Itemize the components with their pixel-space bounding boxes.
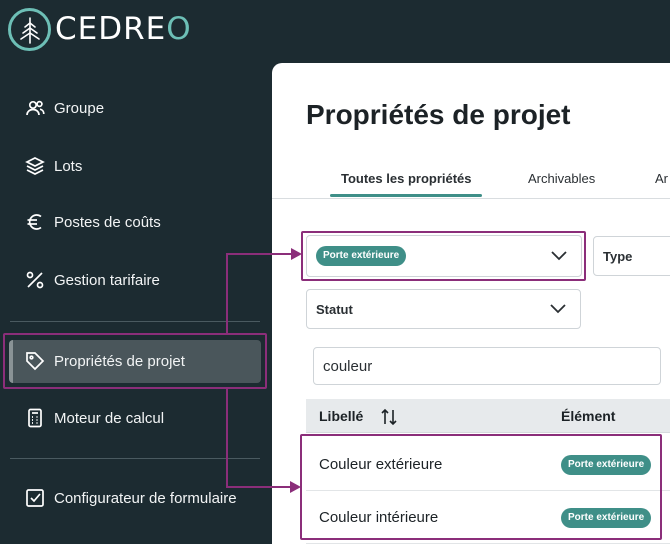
layers-icon <box>24 155 46 177</box>
status-filter-select[interactable]: Statut <box>306 289 581 329</box>
type-filter-label: Type <box>603 248 633 264</box>
column-header-libelle[interactable]: Libellé <box>319 408 363 424</box>
connector-line <box>226 389 228 488</box>
percent-icon <box>24 269 46 291</box>
row-element-badge: Porte extérieure <box>561 508 652 528</box>
sidebar-item-gestion-tarifaire[interactable]: Gestion tarifaire <box>24 264 160 296</box>
arrow-head-icon <box>290 481 301 493</box>
column-header-element[interactable]: Élément <box>561 408 615 424</box>
sidebar-item-lots[interactable]: Lots <box>24 150 82 182</box>
tab-truncated[interactable]: Ar <box>655 171 668 186</box>
tab-archivables[interactable]: Archivables <box>528 171 595 186</box>
tree-logo-icon <box>8 8 51 51</box>
main-panel: Propriétés de projet Toutes les propriét… <box>272 63 670 544</box>
filter-badge: Porte extérieure <box>316 246 407 266</box>
row-label: Couleur intérieure <box>319 509 439 526</box>
status-filter-label: Statut <box>316 301 353 317</box>
chevron-down-icon <box>550 304 566 314</box>
table-row[interactable]: Couleur intérieure Porte extérieure <box>306 491 670 544</box>
sidebar-item-label: Postes de coûts <box>54 213 161 231</box>
connector-line <box>226 253 294 255</box>
tag-icon <box>24 350 46 372</box>
active-tab-indicator <box>330 194 482 197</box>
type-filter-select[interactable]: Type <box>593 236 670 276</box>
chevron-down-icon <box>551 251 567 261</box>
search-input[interactable] <box>313 347 661 385</box>
sidebar-item-proprietes-de-projet[interactable]: Propriétés de projet <box>24 345 185 377</box>
element-filter-select[interactable]: Porte extérieure <box>306 235 582 277</box>
sidebar-item-postes-de-couts[interactable]: Postes de coûts <box>24 206 161 238</box>
sidebar-item-label: Propriétés de projet <box>54 352 185 370</box>
sidebar-item-moteur-de-calcul[interactable]: Moteur de calcul <box>24 402 164 434</box>
connector-line <box>226 253 228 334</box>
users-icon <box>24 97 46 119</box>
sidebar-item-label: Gestion tarifaire <box>54 271 160 289</box>
sidebar-item-label: Lots <box>54 157 83 175</box>
tab-toutes-les-proprietes[interactable]: Toutes les propriétés <box>341 171 472 186</box>
row-element-badge: Porte extérieure <box>561 455 652 475</box>
brand-name: CEDREO <box>55 11 192 47</box>
sidebar-item-label: Configurateur de formulaire <box>54 489 237 507</box>
arrow-head-icon <box>291 248 302 260</box>
page-title: Propriétés de projet <box>306 99 571 130</box>
checkbox-icon <box>24 487 46 509</box>
calculator-icon <box>24 407 46 429</box>
connector-line <box>226 486 292 488</box>
table-header: Libellé Élément <box>306 399 670 433</box>
euro-icon <box>24 211 46 233</box>
sidebar-item-groupe[interactable]: Groupe <box>24 92 104 124</box>
sidebar-item-configurateur-de-formulaire[interactable]: Configurateur de formulaire <box>24 482 237 514</box>
sidebar-divider <box>10 458 260 459</box>
sidebar-divider <box>10 321 260 322</box>
sidebar-item-label: Groupe <box>54 99 105 117</box>
sidebar-item-label: Moteur de calcul <box>54 409 165 427</box>
cedreo-logo[interactable]: CEDREO <box>8 8 192 51</box>
row-label: Couleur extérieure <box>319 456 443 473</box>
table-row[interactable]: Couleur extérieure Porte extérieure <box>306 438 670 491</box>
sort-icon[interactable] <box>380 408 398 426</box>
